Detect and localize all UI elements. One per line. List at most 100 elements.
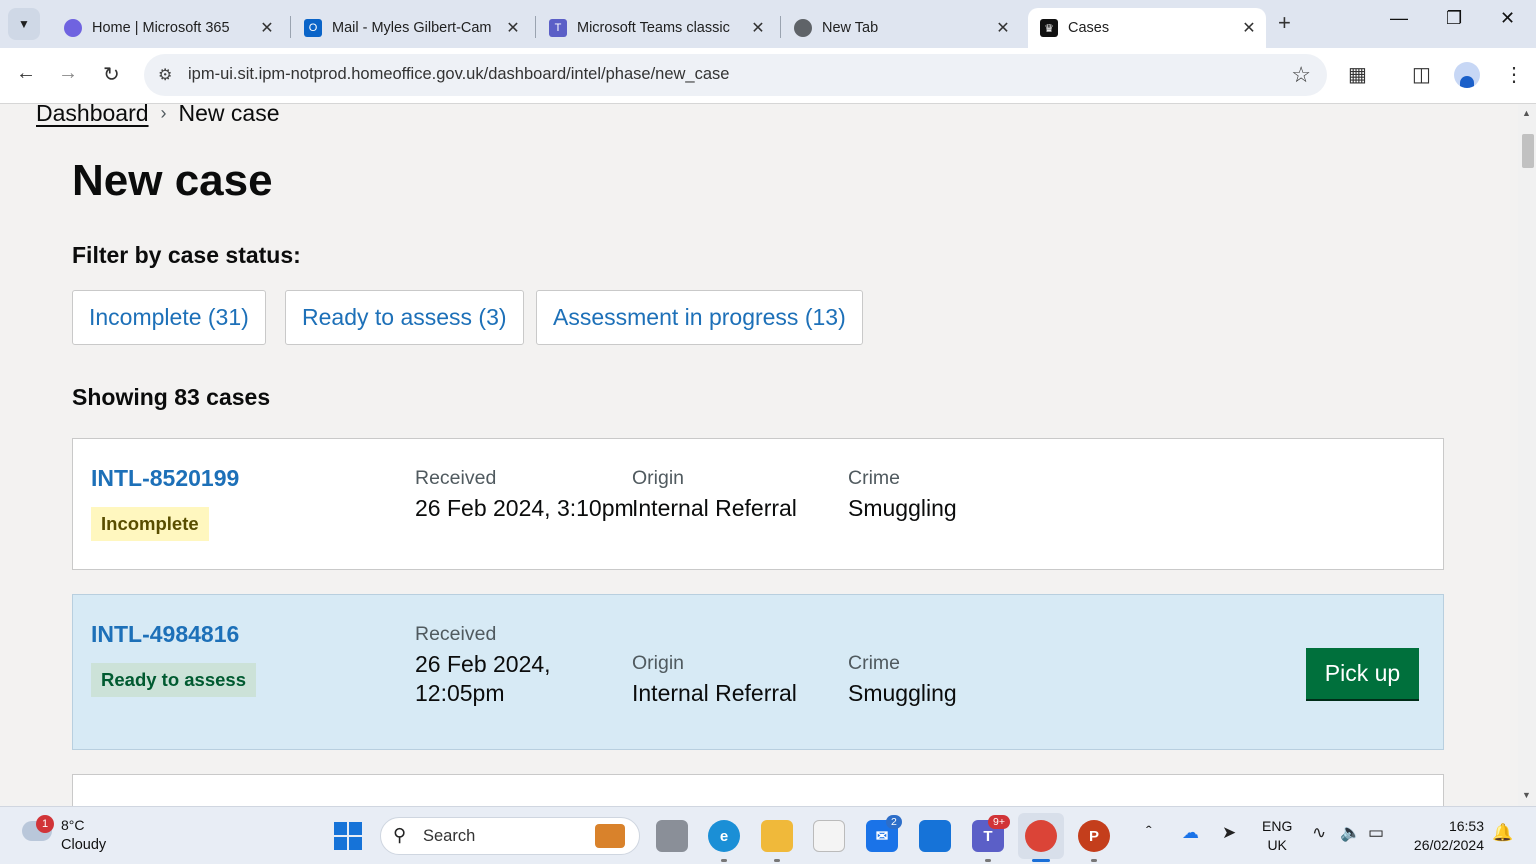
extensions-puzzle-icon[interactable]: ▦ — [1348, 62, 1367, 87]
back-arrow-icon[interactable]: ← — [16, 62, 36, 85]
minimize-icon[interactable]: — — [1390, 8, 1408, 29]
weather-temperature[interactable]: 8°C — [61, 817, 85, 833]
running-indicator — [774, 859, 780, 862]
powerpoint-icon[interactable]: P — [1078, 820, 1110, 852]
tab-close-icon[interactable]: ✕ — [502, 18, 524, 38]
scroll-thumb[interactable] — [1522, 134, 1534, 168]
language-code: ENG — [1262, 818, 1293, 834]
tab-close-icon[interactable]: ✕ — [992, 18, 1014, 38]
edge-icon[interactable]: e — [708, 820, 740, 852]
tab-divider — [290, 16, 291, 38]
more-menu-icon[interactable]: ⋮ — [1504, 62, 1524, 87]
breadcrumb: Dashboard › New case — [36, 104, 280, 127]
running-indicator — [721, 859, 727, 862]
page-scrollbar[interactable]: ▲ ▼ — [1518, 104, 1536, 806]
teams-icon: T — [549, 19, 567, 37]
tab-close-icon[interactable]: ✕ — [1238, 18, 1260, 38]
scroll-up-arrow-icon[interactable]: ▲ — [1522, 108, 1531, 118]
page-title: New case — [72, 156, 273, 205]
crime-value: Smuggling — [848, 680, 957, 706]
briefcase-icon — [595, 824, 625, 848]
tab-strip: ▼ Home | Microsoft 365 ✕ O Mail - Myles … — [0, 0, 1536, 48]
breadcrumb-dashboard-link[interactable]: Dashboard — [36, 104, 149, 127]
tab-title: New Tab — [822, 20, 879, 36]
notification-bell-icon[interactable]: 🔔 — [1492, 823, 1513, 843]
onedrive-cloud-icon[interactable]: ☁ — [1182, 823, 1199, 843]
origin-value: Internal Referral — [632, 495, 797, 521]
received-label: Received — [415, 623, 497, 645]
tab-title: Mail - Myles Gilbert-Cam — [332, 20, 492, 36]
new-tab-plus-icon[interactable]: + — [1278, 10, 1291, 36]
crime-value: Smuggling — [848, 495, 957, 521]
chevron-right-icon: › — [160, 104, 167, 123]
crown-icon: ♛ — [1040, 19, 1058, 37]
filter-ready-to-assess-button[interactable]: Ready to assess (3) — [285, 290, 524, 345]
side-panel-icon[interactable]: ◫ — [1412, 62, 1431, 87]
windows-taskbar: 1 8°C Cloudy ⚲ Search e ✉ 2 T 9+ P ˆ ☁ ➤… — [0, 806, 1536, 864]
file-explorer-icon[interactable] — [761, 820, 793, 852]
status-badge: Incomplete — [91, 507, 209, 541]
microsoft365-icon — [64, 19, 82, 37]
windows-app-icon[interactable] — [919, 820, 951, 852]
clock-time: 16:53 — [1448, 818, 1484, 834]
filter-label: Filter by case status: — [72, 242, 301, 268]
restore-icon[interactable]: ❐ — [1446, 8, 1462, 29]
battery-icon[interactable]: ▭ — [1368, 823, 1384, 843]
teams-badge: 9+ — [988, 815, 1010, 829]
origin-label: Origin — [632, 467, 685, 489]
reload-icon[interactable]: ↻ — [103, 62, 120, 87]
wifi-icon[interactable]: ∿ — [1312, 823, 1326, 843]
received-value: 26 Feb 2024, 3:10pm — [415, 495, 634, 521]
case-id-link[interactable]: INTL-8520199 — [91, 465, 239, 492]
weather-notification-badge: 1 — [36, 815, 54, 833]
forward-arrow-icon[interactable]: → — [58, 62, 78, 85]
scroll-down-arrow-icon[interactable]: ▼ — [1522, 790, 1531, 800]
tab-microsoft365[interactable]: Home | Microsoft 365 ✕ — [52, 8, 284, 48]
case-id-link[interactable]: INTL-4984816 — [91, 621, 239, 648]
language-region: UK — [1267, 837, 1287, 853]
origin-value: Internal Referral — [632, 680, 797, 706]
location-icon[interactable]: ➤ — [1222, 823, 1236, 843]
running-indicator — [1091, 859, 1097, 862]
tab-search-chevron-icon[interactable]: ▼ — [8, 8, 40, 40]
windows-start-icon[interactable] — [334, 822, 362, 850]
tab-new-tab[interactable]: New Tab ✕ — [782, 8, 1020, 48]
taskbar-search-box[interactable]: ⚲ Search — [380, 817, 640, 855]
crime-label: Crime — [848, 652, 900, 674]
browser-toolbar: ← → ↻ ⚙ ipm-ui.sit.ipm-notprod.homeoffic… — [0, 48, 1536, 104]
origin-label: Origin — [632, 652, 685, 674]
chrome-taskbar-icon[interactable] — [1025, 820, 1057, 852]
tab-title: Cases — [1068, 20, 1110, 36]
page-viewport: Dashboard › New case New case Filter by … — [0, 104, 1518, 806]
site-settings-icon[interactable]: ⚙ — [158, 65, 172, 85]
microsoft-store-icon[interactable] — [813, 820, 845, 852]
mail-badge: 2 — [886, 815, 902, 829]
crime-label: Crime — [848, 467, 900, 489]
case-card: INTL-4984816 Ready to assess Received 26… — [72, 594, 1444, 750]
received-value: 26 Feb 2024, 12:05pm — [415, 651, 551, 706]
case-card: INTL-8520199 Incomplete Received 26 Feb … — [72, 438, 1444, 570]
chevron-up-icon[interactable]: ˆ — [1146, 823, 1152, 843]
tab-close-icon[interactable]: ✕ — [747, 18, 769, 38]
weather-condition[interactable]: Cloudy — [61, 837, 106, 853]
search-icon: ⚲ — [393, 825, 407, 845]
task-view-icon[interactable] — [656, 820, 688, 852]
url-text[interactable]: ipm-ui.sit.ipm-notprod.homeoffice.gov.uk… — [188, 65, 729, 84]
outlook-icon: O — [304, 19, 322, 37]
system-clock[interactable]: 16:53 26/02/2024 — [1404, 817, 1484, 855]
filter-incomplete-button[interactable]: Incomplete (31) — [72, 290, 266, 345]
volume-icon[interactable]: 🔈 — [1340, 823, 1361, 843]
bookmark-star-icon[interactable]: ☆ — [1291, 62, 1311, 88]
address-bar[interactable]: ⚙ ipm-ui.sit.ipm-notprod.homeoffice.gov.… — [144, 54, 1327, 96]
pick-up-button[interactable]: Pick up — [1306, 648, 1419, 699]
tab-teams[interactable]: T Microsoft Teams classic ✕ — [537, 8, 775, 48]
profile-avatar-icon[interactable] — [1454, 62, 1480, 88]
tab-close-icon[interactable]: ✕ — [256, 18, 278, 38]
tab-title: Home | Microsoft 365 — [92, 20, 230, 36]
tab-cases[interactable]: ♛ Cases ✕ — [1028, 8, 1266, 48]
language-indicator[interactable]: ENG UK — [1262, 817, 1292, 855]
close-window-icon[interactable]: ✕ — [1500, 8, 1515, 29]
breadcrumb-current: New case — [178, 104, 280, 126]
filter-assessment-in-progress-button[interactable]: Assessment in progress (13) — [536, 290, 863, 345]
tab-mail[interactable]: O Mail - Myles Gilbert-Cam ✕ — [292, 8, 530, 48]
